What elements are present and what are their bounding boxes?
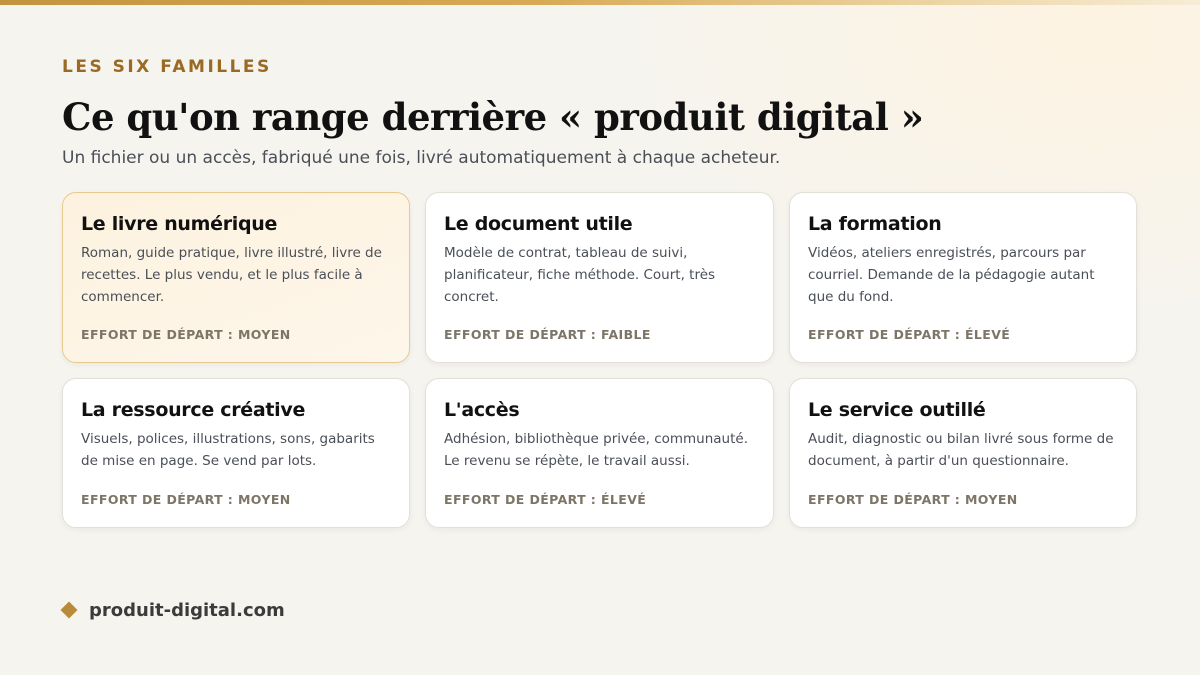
family-card-acces: L'accès Adhésion, bibliothèque privée, c… xyxy=(425,378,774,528)
card-title: La formation xyxy=(808,213,942,235)
diamond-icon xyxy=(60,601,78,619)
card-title: Le service outillé xyxy=(808,399,986,421)
card-description: Adhésion, bibliothèque privée, communaut… xyxy=(444,431,749,469)
card-description: Modèle de contrat, tableau de suivi, pla… xyxy=(444,245,716,305)
card-description: Visuels, polices, illustrations, sons, g… xyxy=(81,431,375,469)
page-subtitle: Un fichier ou un accès, fabriqué une foi… xyxy=(62,148,781,168)
card-title: La ressource créative xyxy=(81,399,306,421)
card-effort-label: EFFORT DE DÉPART : ÉLEVÉ xyxy=(808,327,1011,342)
card-title: Le livre numérique xyxy=(81,213,278,235)
card-description: Roman, guide pratique, livre illustré, l… xyxy=(81,245,382,305)
card-effort-label: EFFORT DE DÉPART : ÉLEVÉ xyxy=(444,492,647,507)
family-card-service-outille: Le service outillé Audit, diagnostic ou … xyxy=(789,378,1137,528)
card-title: L'accès xyxy=(444,399,520,421)
families-grid: Le livre numérique Roman, guide pratique… xyxy=(62,192,1138,528)
card-description: Vidéos, ateliers enregistrés, parcours p… xyxy=(808,245,1095,305)
footer-site-name: produit-digital.com xyxy=(89,599,285,621)
card-description: Audit, diagnostic ou bilan livré sous fo… xyxy=(808,431,1114,469)
card-effort-label: EFFORT DE DÉPART : MOYEN xyxy=(808,492,1018,507)
card-effort-label: EFFORT DE DÉPART : MOYEN xyxy=(81,327,291,342)
card-effort-label: EFFORT DE DÉPART : FAIBLE xyxy=(444,327,651,342)
family-card-ressource-creative: La ressource créative Visuels, polices, … xyxy=(62,378,410,528)
slide-content: LES SIX FAMILLES Ce qu'on range derrière… xyxy=(62,56,1138,528)
family-card-livre-numerique: Le livre numérique Roman, guide pratique… xyxy=(62,192,410,363)
eyebrow-label: LES SIX FAMILLES xyxy=(62,57,272,77)
family-card-formation: La formation Vidéos, ateliers enregistré… xyxy=(789,192,1137,363)
top-accent-bar xyxy=(0,0,1200,5)
page-title: Ce qu'on range derrière « produit digita… xyxy=(62,95,924,139)
card-effort-label: EFFORT DE DÉPART : MOYEN xyxy=(81,492,291,507)
footer-brand: produit-digital.com xyxy=(60,598,285,622)
family-card-document-utile: Le document utile Modèle de contrat, tab… xyxy=(425,192,774,363)
card-title: Le document utile xyxy=(444,213,633,235)
